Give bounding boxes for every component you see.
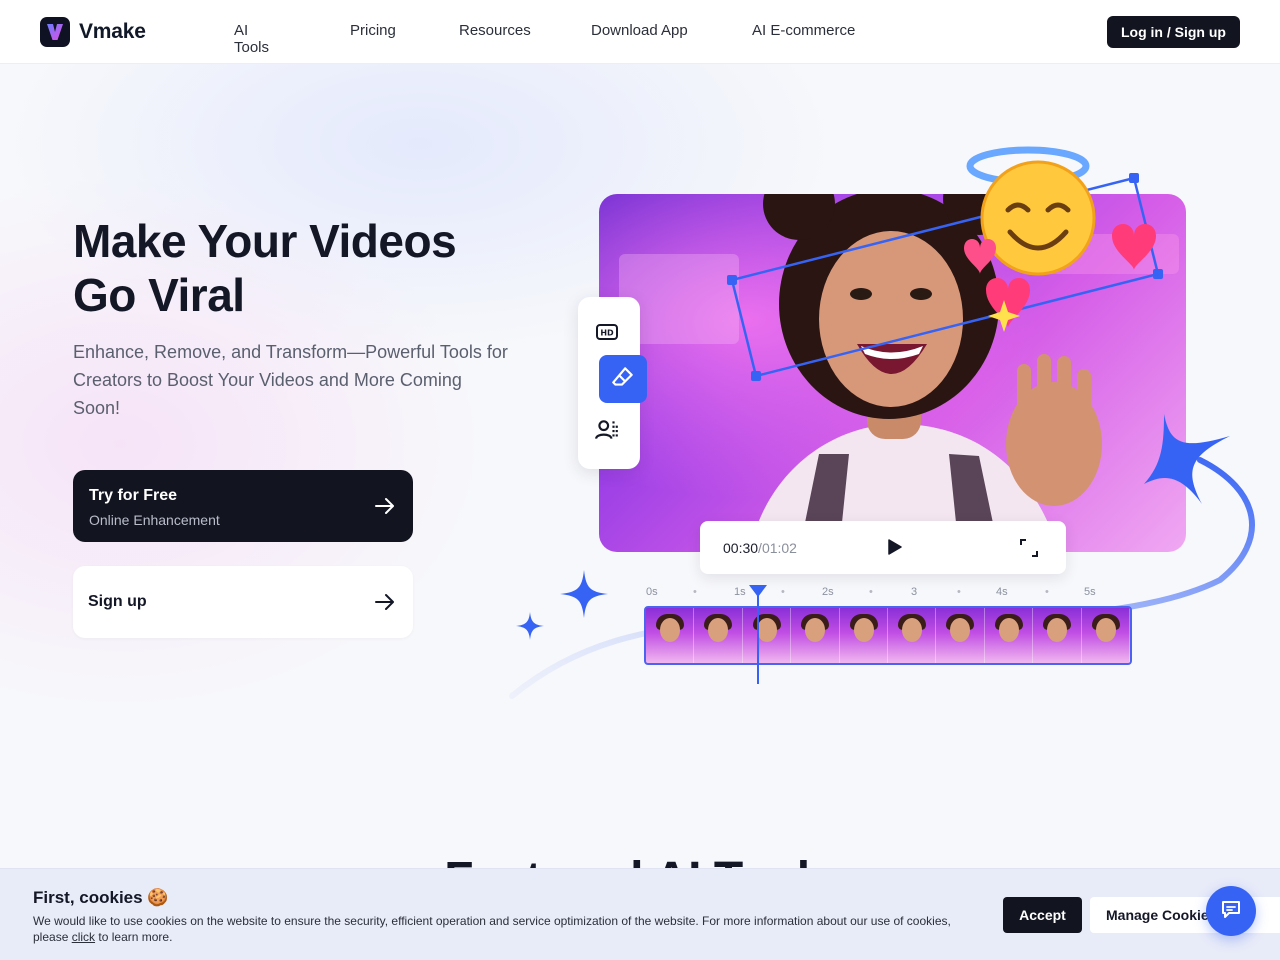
timeline-ruler: 0s • 1s • 2s • 3 • 4s • 5s — [640, 586, 1110, 600]
nav-ai-ecommerce[interactable]: AI E-commerce — [752, 22, 855, 39]
timeline-playhead[interactable] — [757, 586, 759, 684]
ai-tool-rail: HD — [578, 297, 647, 469]
tick-label: 2s — [822, 586, 834, 598]
nav-pricing[interactable]: Pricing — [350, 22, 396, 39]
cookie-text-tail: to learn more. — [95, 930, 173, 944]
top-header: Vmake AI Tools Pricing Resources Downloa… — [0, 0, 1280, 64]
current-time: 00:30 — [723, 540, 759, 556]
try-for-free-label: Try for Free — [89, 487, 178, 504]
cookie-policy-link[interactable]: click — [72, 930, 95, 944]
sticker-selection — [727, 146, 1163, 381]
logo[interactable]: Vmake — [40, 17, 146, 47]
tick-label: 3 — [911, 586, 918, 598]
playhead-handle-icon[interactable] — [748, 584, 768, 598]
nav-download-app[interactable]: Download App — [591, 22, 688, 39]
film-frame — [936, 608, 985, 663]
tick-label: 1s — [734, 586, 746, 598]
play-icon[interactable] — [885, 538, 903, 561]
time-display: 00:30/01:02 — [723, 540, 797, 556]
hd-icon: HD — [595, 320, 619, 349]
hero-title: Make Your Videos Go Viral — [73, 214, 513, 322]
hero-title-line-1: Make Your Videos — [73, 215, 457, 267]
film-frame — [984, 608, 1034, 663]
nav-ai-tools[interactable]: AI Tools — [234, 22, 269, 56]
chat-icon — [1220, 898, 1242, 925]
tick-dot: • — [957, 586, 961, 598]
arrow-right-icon — [373, 590, 397, 619]
video-filmstrip[interactable] — [644, 606, 1132, 665]
cookie-title: First, cookies 🍪 — [33, 888, 169, 907]
eraser-icon — [610, 364, 636, 395]
object-remover-button[interactable] — [599, 355, 647, 403]
signup-label: Sign up — [88, 593, 147, 610]
hd-enhance-button[interactable]: HD — [586, 313, 628, 355]
cookie-text: We would like to use cookies on the webs… — [33, 913, 983, 945]
sparkle-icon — [516, 612, 544, 640]
svg-text:HD: HD — [600, 328, 614, 337]
film-frame — [1033, 608, 1082, 663]
login-signup-button[interactable]: Log in / Sign up — [1107, 16, 1240, 48]
tick-label: 5s — [1084, 586, 1096, 598]
logo-text: Vmake — [79, 20, 146, 43]
film-frame — [694, 608, 743, 663]
film-frame — [742, 608, 792, 663]
nav-resources[interactable]: Resources — [459, 22, 531, 39]
try-for-free-button[interactable]: Try for Free Online Enhancement — [73, 470, 413, 542]
tick-dot: • — [693, 586, 697, 598]
film-frame — [839, 608, 889, 663]
tick-dot: • — [1045, 586, 1049, 598]
tick-dot: • — [781, 586, 785, 598]
cookie-banner: First, cookies 🍪 We would like to use co… — [0, 868, 1280, 960]
hero-title-line-2: Go Viral — [73, 269, 245, 321]
support-chat-button[interactable] — [1206, 886, 1256, 936]
arrow-right-icon — [373, 494, 397, 523]
tick-label: 4s — [996, 586, 1008, 598]
video-player-controls: 00:30/01:02 — [700, 521, 1066, 574]
film-frame — [646, 608, 695, 663]
film-frame — [791, 608, 840, 663]
vmake-logo-icon — [40, 17, 70, 47]
total-duration: 01:02 — [761, 540, 797, 556]
film-frame — [888, 608, 937, 663]
hero-subtitle: Enhance, Remove, and Transform—Powerful … — [73, 342, 508, 418]
tick-label: 0s — [646, 586, 658, 598]
background-remover-button[interactable] — [586, 411, 628, 453]
fullscreen-icon[interactable] — [1020, 539, 1038, 562]
film-frame — [1081, 608, 1130, 663]
sparkle-icon — [560, 570, 608, 618]
online-enhancement-label: Online Enhancement — [89, 512, 220, 528]
tick-dot: • — [869, 586, 873, 598]
sparkle-icon — [1144, 414, 1230, 504]
person-remove-icon — [594, 417, 620, 448]
signup-button[interactable]: Sign up — [73, 566, 413, 638]
accept-cookies-button[interactable]: Accept — [1003, 897, 1082, 933]
